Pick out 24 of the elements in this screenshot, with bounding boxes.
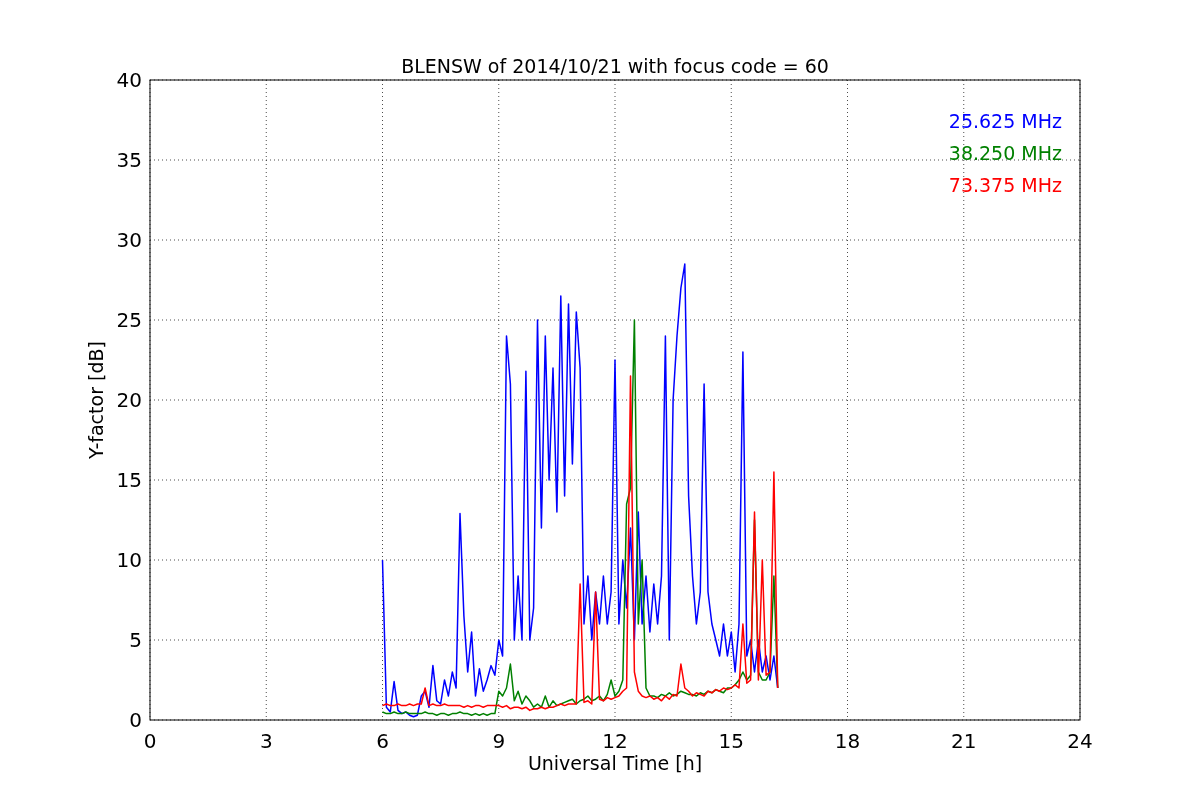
tick-label: 15	[718, 729, 744, 753]
tick-label: 18	[834, 729, 861, 753]
tick-label: 12	[602, 729, 628, 753]
tick-label: 25	[116, 308, 142, 332]
tick-label: 40	[116, 68, 142, 92]
tick-label: 15	[116, 468, 142, 492]
tick-label: 10	[116, 548, 142, 572]
tick-label: 20	[116, 388, 142, 412]
tick-label: 24	[1067, 729, 1093, 753]
legend-label: 25.625 MHz	[948, 110, 1062, 132]
tick-label: 21	[951, 729, 977, 753]
legend-label: 38.250 MHz	[948, 142, 1062, 164]
axis-label: Y-factor [dB]	[85, 341, 107, 459]
tick-label: 0	[143, 729, 157, 753]
chart-title: BLENSW of 2014/10/21 with focus code = 60	[401, 55, 829, 77]
tick-label: 6	[376, 729, 389, 753]
tick-label: 35	[116, 148, 142, 172]
tick-label: 3	[259, 729, 273, 753]
tick-label: 5	[129, 628, 142, 652]
axis-label: Universal Time [h]	[527, 752, 703, 774]
tick-label: 30	[116, 228, 142, 252]
legend-label: 73.375 MHz	[948, 174, 1062, 196]
tick-label: 0	[129, 708, 142, 732]
tick-label: 9	[492, 729, 506, 753]
